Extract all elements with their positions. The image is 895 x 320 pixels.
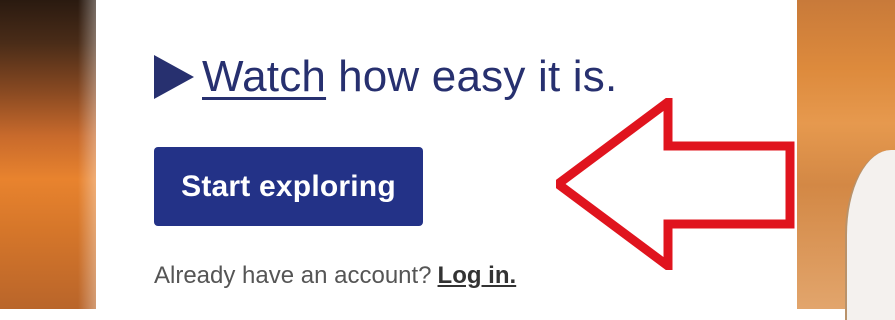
watch-video-caption: how easy it is.	[338, 52, 618, 101]
already-account-text: Already have an account?	[154, 262, 432, 289]
person-face	[845, 150, 895, 320]
watch-video-row: Watch how easy it is.	[154, 52, 617, 102]
signup-card: Watch how easy it is. Start exploring Al…	[96, 0, 797, 309]
background-photo-left	[0, 0, 96, 309]
login-prompt: Already have an account? Log in.	[154, 262, 516, 290]
play-icon[interactable]	[154, 55, 194, 99]
login-link[interactable]: Log in.	[438, 262, 517, 289]
red-arrow-annotation-icon	[556, 98, 795, 270]
background-photo-right	[797, 0, 895, 320]
start-exploring-button[interactable]: Start exploring	[154, 147, 423, 226]
watch-video-link[interactable]: Watch	[202, 52, 326, 102]
